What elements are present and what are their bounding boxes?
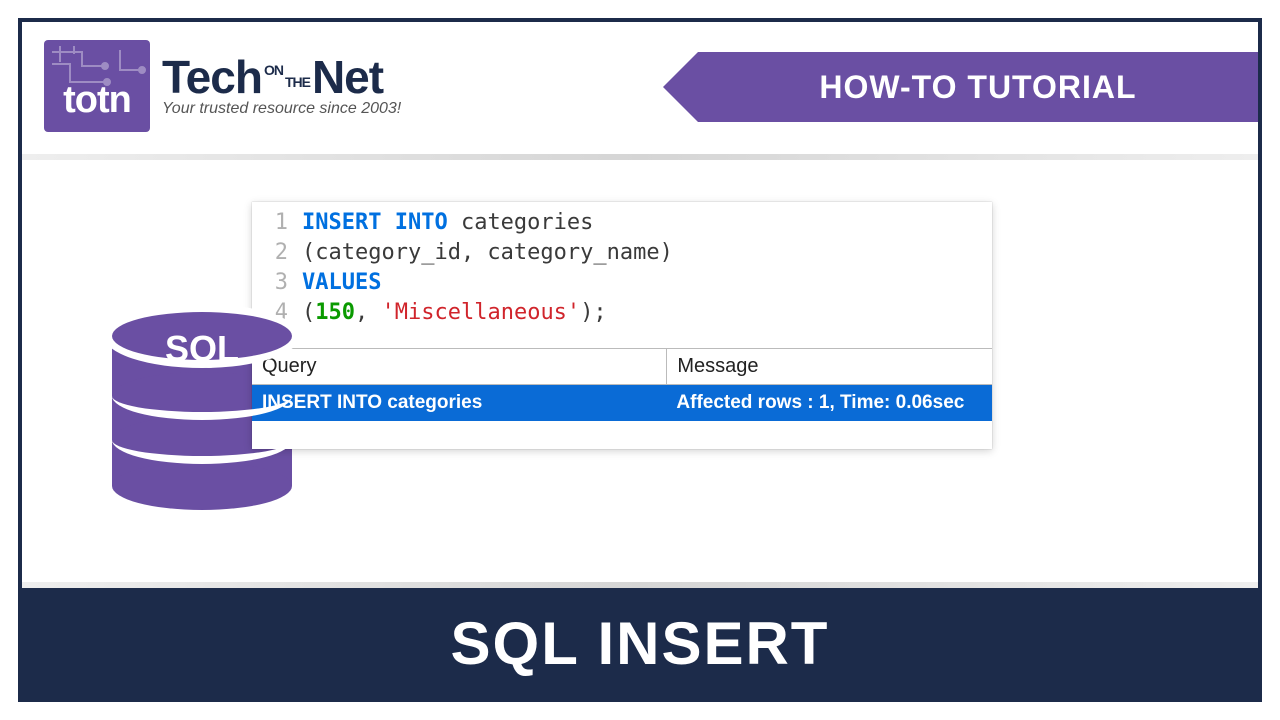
ribbon-label: HOW-TO TUTORIAL <box>819 69 1136 106</box>
results-row-selected[interactable]: INSERT INTO categories Affected rows : 1… <box>252 385 992 421</box>
tutorial-ribbon: HOW-TO TUTORIAL <box>698 52 1258 122</box>
brand-logo-text: totn <box>63 79 131 122</box>
code-line: 2(category_id, category_name) <box>252 238 992 268</box>
line-number: 1 <box>252 208 302 238</box>
slide-title: SQL INSERT <box>451 609 830 678</box>
results-table: Query Message INSERT INTO categories Aff… <box>252 348 992 449</box>
col-message: Message <box>666 349 992 384</box>
brand-name-tech: Tech <box>162 51 262 103</box>
slide-frame: totn TechONTHENet Your trusted resource … <box>18 18 1262 702</box>
sql-panel: 1INSERT INTO categories2(category_id, ca… <box>252 202 992 449</box>
database-icon: SQL <box>112 312 292 502</box>
brand-name-on: ON <box>264 62 283 78</box>
line-number: 3 <box>252 268 302 298</box>
code-content: (150, 'Miscellaneous'); <box>302 298 607 328</box>
code-line: 1INSERT INTO categories <box>252 208 992 238</box>
database-icon-label: SQL <box>112 328 292 370</box>
header: totn TechONTHENet Your trusted resource … <box>22 22 1258 142</box>
code-line: 3VALUES <box>252 268 992 298</box>
brand-name-the: THE <box>285 74 310 90</box>
result-query-cell: INSERT INTO categories <box>252 385 666 421</box>
footer-bar: SQL INSERT <box>22 588 1258 698</box>
brand-wordmark: TechONTHENet Your trusted resource since… <box>162 50 401 118</box>
results-header: Query Message <box>252 348 992 385</box>
brand-name: TechONTHENet <box>162 50 401 104</box>
code-content: INSERT INTO categories <box>302 208 593 238</box>
code-content: (category_id, category_name) <box>302 238 673 268</box>
sql-code-editor: 1INSERT INTO categories2(category_id, ca… <box>252 202 992 348</box>
results-blank-row <box>252 421 992 449</box>
code-line: 4(150, 'Miscellaneous'); <box>252 298 992 328</box>
divider-top <box>22 154 1258 160</box>
line-number: 2 <box>252 238 302 268</box>
brand-name-net: Net <box>312 51 383 103</box>
brand-logo-box: totn <box>44 40 150 132</box>
brand-tagline: Your trusted resource since 2003! <box>162 100 401 118</box>
col-query: Query <box>252 349 666 384</box>
result-message-cell: Affected rows : 1, Time: 0.06sec <box>666 385 992 421</box>
code-content: VALUES <box>302 268 381 298</box>
